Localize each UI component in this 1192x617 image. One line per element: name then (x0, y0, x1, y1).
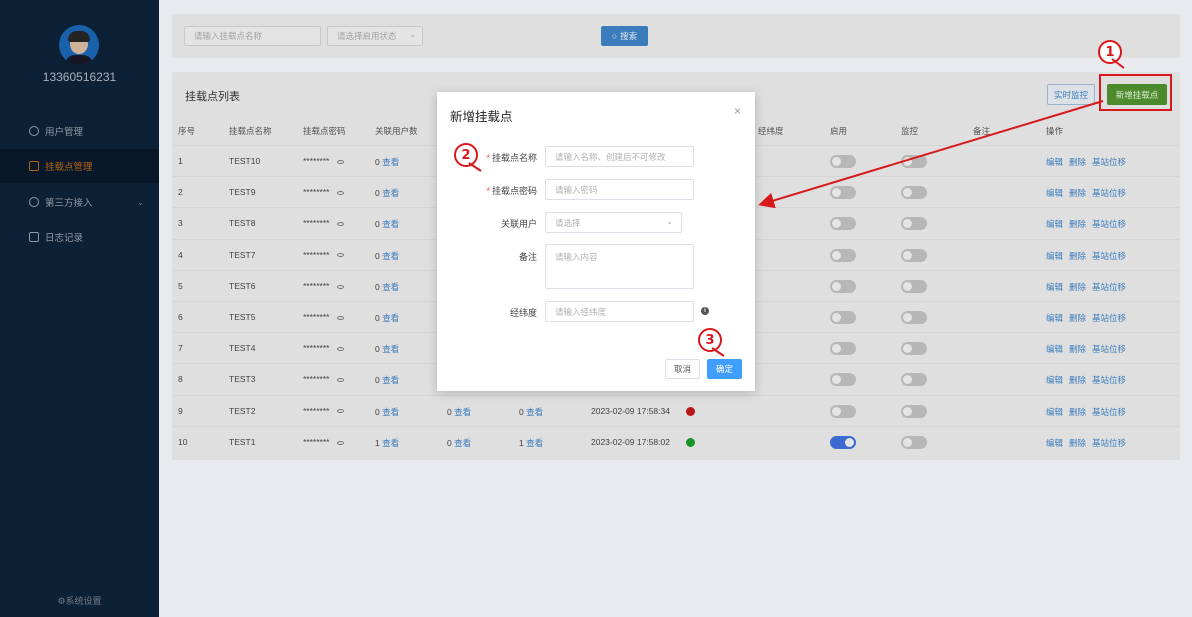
annotation-pointer-1 (1111, 58, 1125, 69)
annotation-pointer-2 (468, 162, 482, 172)
annotation-pointer-3 (711, 347, 725, 357)
annotation-arrow-to-dialog (758, 100, 1104, 209)
annotation-arrows (468, 58, 1125, 357)
